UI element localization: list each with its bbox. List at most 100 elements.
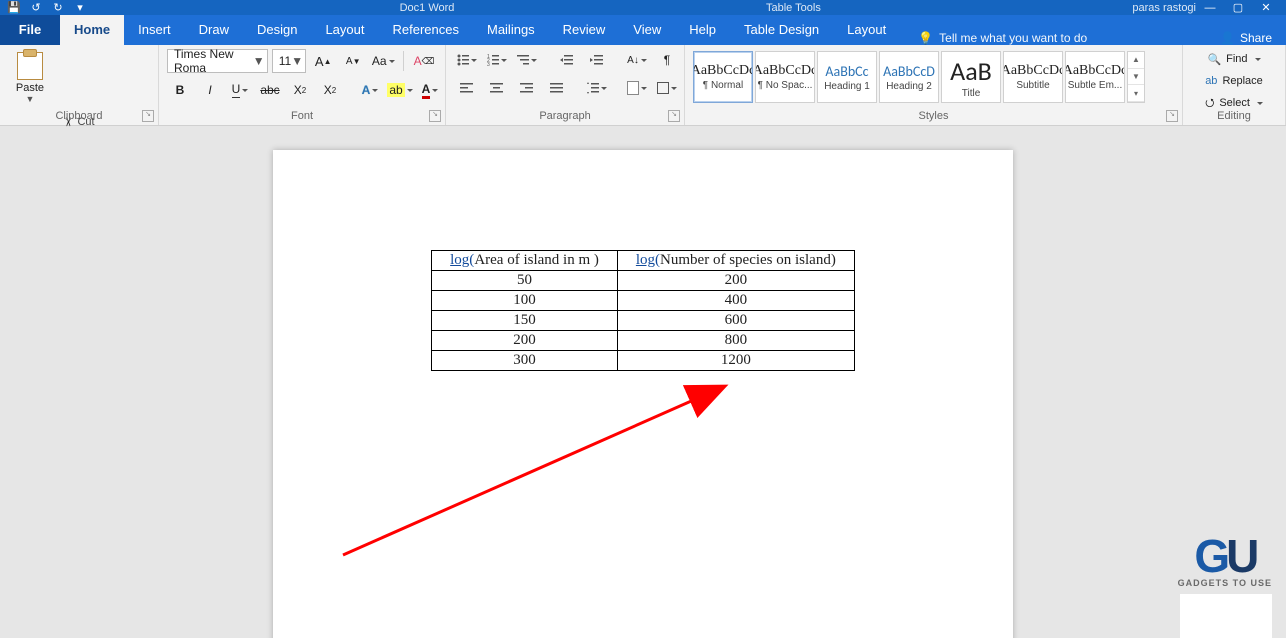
tab-table-layout[interactable]: Layout bbox=[833, 15, 900, 45]
bullets-button[interactable] bbox=[454, 49, 480, 71]
table-cell[interactable]: 150 bbox=[432, 311, 618, 331]
table-cell[interactable]: 800 bbox=[617, 331, 854, 351]
paragraph-dialog-launcher[interactable]: ↘ bbox=[668, 110, 680, 122]
styles-gallery[interactable]: AaBbCcDc¶ NormalAaBbCcDc¶ No Spac...AaBb… bbox=[693, 49, 1174, 103]
account-name[interactable]: paras rastogi bbox=[1132, 2, 1196, 14]
bold-button[interactable]: B bbox=[167, 79, 193, 101]
line-spacing-button[interactable] bbox=[584, 77, 610, 99]
multilevel-list-button[interactable] bbox=[514, 49, 540, 71]
increase-indent-button[interactable] bbox=[584, 49, 610, 71]
tab-references[interactable]: References bbox=[379, 15, 473, 45]
style-subtitle[interactable]: AaBbCcDcSubtitle bbox=[1003, 51, 1063, 103]
svg-text:3: 3 bbox=[487, 62, 490, 66]
style-title[interactable]: AaBTitle bbox=[941, 51, 1001, 103]
table-row[interactable]: 50200 bbox=[432, 271, 855, 291]
redo-icon[interactable]: ↻ bbox=[50, 1, 66, 15]
table-row[interactable]: 200800 bbox=[432, 331, 855, 351]
page[interactable]: log(Area of island in m ) log(Number of … bbox=[273, 150, 1013, 638]
table-cell[interactable]: 1200 bbox=[617, 351, 854, 371]
save-icon[interactable]: 💾 bbox=[6, 1, 22, 15]
clipboard-dialog-launcher[interactable]: ↘ bbox=[142, 110, 154, 122]
style--normal[interactable]: AaBbCcDc¶ Normal bbox=[693, 51, 753, 103]
tab-table-design[interactable]: Table Design bbox=[730, 15, 833, 45]
numbering-button[interactable]: 123 bbox=[484, 49, 510, 71]
table-row[interactable]: 150600 bbox=[432, 311, 855, 331]
underline-button[interactable]: U bbox=[227, 79, 253, 101]
align-center-button[interactable] bbox=[484, 77, 510, 99]
align-right-button[interactable] bbox=[514, 77, 540, 99]
font-size-combo[interactable]: 11▼ bbox=[272, 49, 306, 73]
table-cell[interactable]: 200 bbox=[617, 271, 854, 291]
table-row[interactable]: 3001200 bbox=[432, 351, 855, 371]
table-header-cell[interactable]: log(Number of species on island) bbox=[617, 251, 854, 271]
align-left-button[interactable] bbox=[454, 77, 480, 99]
styles-scroll[interactable]: ▲▼▾ bbox=[1127, 51, 1145, 103]
shrink-font-button[interactable]: A▼ bbox=[340, 50, 366, 72]
table-cell[interactable]: 300 bbox=[432, 351, 618, 371]
undo-icon[interactable]: ↺ bbox=[28, 1, 44, 15]
subscript-button[interactable]: X2 bbox=[287, 79, 313, 101]
table-cell[interactable]: 400 bbox=[617, 291, 854, 311]
style-subtle-em-[interactable]: AaBbCcDcSubtle Em... bbox=[1065, 51, 1125, 103]
header-text: Number of species on island) bbox=[660, 252, 836, 268]
table-cell[interactable]: 50 bbox=[432, 271, 618, 291]
replace-button[interactable]: abReplace bbox=[1191, 71, 1277, 91]
quick-access-toolbar: 💾 ↺ ↻ ▾ bbox=[6, 1, 88, 15]
qat-more-icon[interactable]: ▾ bbox=[72, 1, 88, 15]
style-heading-1[interactable]: AaBbCcHeading 1 bbox=[817, 51, 877, 103]
minimize-icon[interactable]: — bbox=[1196, 0, 1224, 15]
tab-view[interactable]: View bbox=[619, 15, 675, 45]
shading-button[interactable] bbox=[624, 77, 650, 99]
text-effects-button[interactable]: A bbox=[357, 79, 383, 101]
style-heading-2[interactable]: AaBbCcDHeading 2 bbox=[879, 51, 939, 103]
font-color-button[interactable]: A bbox=[417, 79, 443, 101]
table-row[interactable]: 100400 bbox=[432, 291, 855, 311]
table-cell[interactable]: 200 bbox=[432, 331, 618, 351]
tell-me-search[interactable]: 💡 Tell me what you want to do bbox=[908, 31, 1097, 45]
superscript-button[interactable]: X2 bbox=[317, 79, 343, 101]
change-case-button[interactable]: Aa bbox=[370, 50, 396, 72]
tab-mailings[interactable]: Mailings bbox=[473, 15, 549, 45]
sort-button[interactable]: A↓ bbox=[624, 49, 650, 71]
table-header-cell[interactable]: log(Area of island in m ) bbox=[432, 251, 618, 271]
tab-draw[interactable]: Draw bbox=[185, 15, 243, 45]
decrease-indent-button[interactable] bbox=[554, 49, 580, 71]
table-header-row[interactable]: log(Area of island in m ) log(Number of … bbox=[432, 251, 855, 271]
share-button[interactable]: 👤 Share bbox=[1220, 31, 1286, 45]
justify-button[interactable] bbox=[544, 77, 570, 99]
document-area[interactable]: log(Area of island in m ) log(Number of … bbox=[0, 132, 1286, 638]
tab-home[interactable]: Home bbox=[60, 15, 124, 45]
styles-dialog-launcher[interactable]: ↘ bbox=[1166, 110, 1178, 122]
highlight-button[interactable]: ab bbox=[387, 79, 413, 101]
tab-help[interactable]: Help bbox=[675, 15, 730, 45]
tab-review[interactable]: Review bbox=[549, 15, 620, 45]
style-preview: AaB bbox=[950, 55, 992, 87]
find-button[interactable]: 🔍Find bbox=[1191, 49, 1277, 69]
tab-layout[interactable]: Layout bbox=[311, 15, 378, 45]
styles-up-icon[interactable]: ▲ bbox=[1128, 52, 1144, 69]
table-cell[interactable]: 600 bbox=[617, 311, 854, 331]
italic-button[interactable]: I bbox=[197, 79, 223, 101]
strikethrough-button[interactable]: abc bbox=[257, 79, 283, 101]
styles-down-icon[interactable]: ▼ bbox=[1128, 69, 1144, 86]
font-name-combo[interactable]: Times New Roma▼ bbox=[167, 49, 268, 73]
maximize-icon[interactable]: ▢ bbox=[1224, 0, 1252, 15]
watermark-tag: GADGETS TO USE bbox=[1178, 578, 1272, 588]
tab-insert[interactable]: Insert bbox=[124, 15, 185, 45]
tab-design[interactable]: Design bbox=[243, 15, 311, 45]
style-name: ¶ No Spac... bbox=[758, 80, 813, 91]
style--no-spac-[interactable]: AaBbCcDc¶ No Spac... bbox=[755, 51, 815, 103]
show-marks-button[interactable]: ¶ bbox=[654, 49, 680, 71]
borders-button[interactable] bbox=[654, 77, 680, 99]
document-table[interactable]: log(Area of island in m ) log(Number of … bbox=[431, 250, 855, 371]
paste-button[interactable]: Paste ▼ bbox=[8, 49, 52, 111]
styles-more-icon[interactable]: ▾ bbox=[1128, 85, 1144, 102]
font-dialog-launcher[interactable]: ↘ bbox=[429, 110, 441, 122]
tab-file[interactable]: File bbox=[0, 15, 60, 45]
close-icon[interactable]: ✕ bbox=[1252, 0, 1280, 15]
table-cell[interactable]: 100 bbox=[432, 291, 618, 311]
grow-font-button[interactable]: A▲ bbox=[310, 50, 336, 72]
header-text: Area of island in m ) bbox=[474, 252, 599, 268]
paste-label: Paste bbox=[16, 82, 44, 94]
clear-formatting-button[interactable]: A⌫ bbox=[411, 50, 437, 72]
